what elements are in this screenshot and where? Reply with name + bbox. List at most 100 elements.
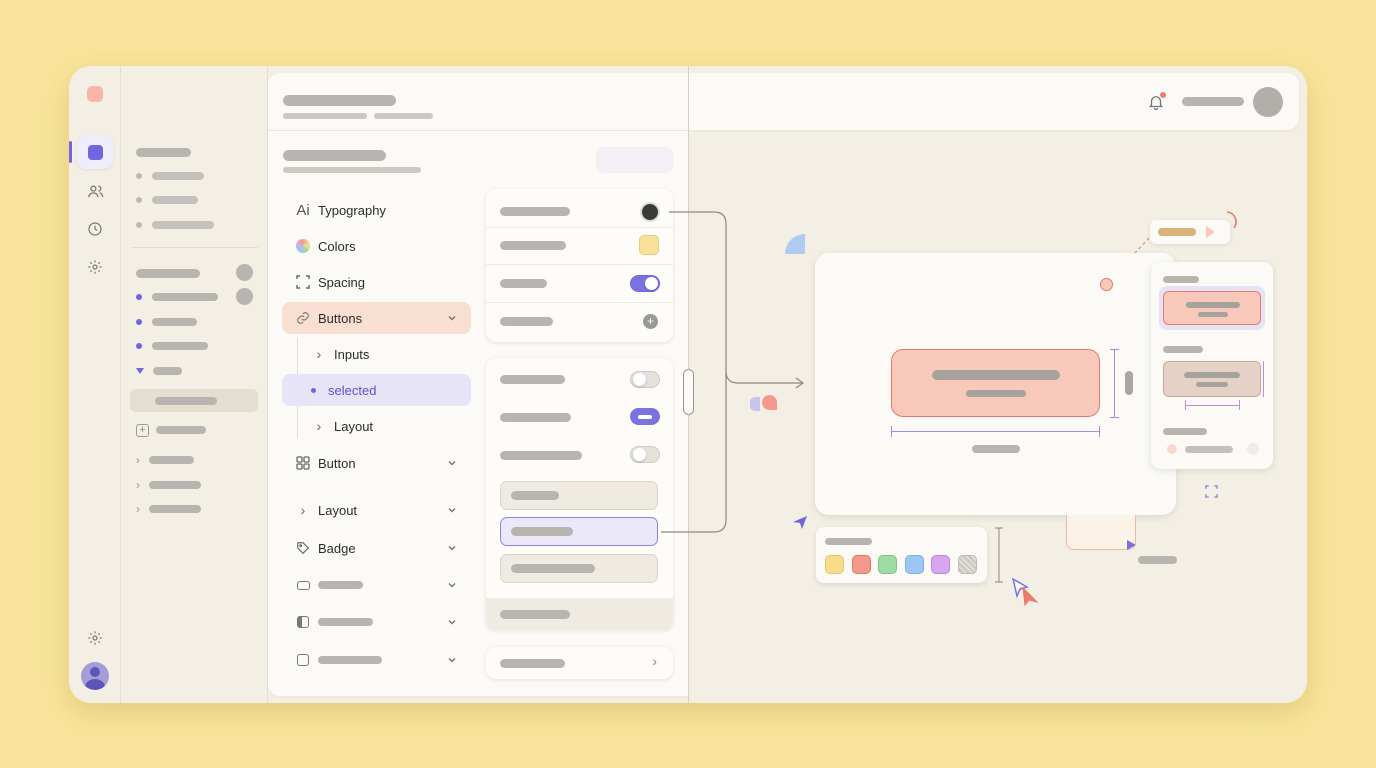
cursor-icon: [1127, 540, 1136, 550]
tree-item-collapsed[interactable]: ›: [136, 502, 201, 516]
menu-label: Layout: [318, 502, 358, 518]
dot-icon: [1247, 443, 1259, 455]
swatch-green[interactable]: [878, 555, 897, 574]
user-avatar[interactable]: [81, 662, 109, 690]
tree-divider: [132, 247, 258, 248]
text-field[interactable]: [500, 481, 658, 510]
chevron-right-icon: ›: [136, 453, 140, 467]
tree-item[interactable]: [136, 315, 197, 329]
swatch-purple[interactable]: [931, 555, 950, 574]
avatar[interactable]: [640, 202, 660, 222]
menu-label: Colors: [318, 238, 356, 254]
users-icon: [87, 185, 103, 197]
menu-item-layout[interactable]: › Layout: [282, 494, 471, 526]
panel-subtitle: [374, 113, 433, 119]
play-icon: [1206, 226, 1215, 238]
list-row-card[interactable]: ›: [486, 647, 673, 679]
tree-heading: [136, 145, 191, 159]
anchor-point[interactable]: [1100, 278, 1113, 291]
shape-icon: [762, 395, 777, 410]
add-icon[interactable]: +: [643, 314, 658, 329]
tree-item-collapsed[interactable]: ›: [136, 478, 201, 492]
typography-icon: Ai: [296, 201, 310, 219]
tree-item[interactable]: [136, 169, 204, 183]
swatch-blue[interactable]: [905, 555, 924, 574]
chevron-right-icon: ›: [652, 653, 657, 669]
tree-add-item[interactable]: +: [136, 423, 206, 437]
toggle-switch[interactable]: [630, 371, 660, 388]
caption: [1138, 556, 1177, 564]
menu-label: Button: [318, 455, 356, 471]
input-states-card: [486, 358, 673, 630]
tree-item-expanded[interactable]: [136, 364, 182, 378]
panel-title: [283, 95, 396, 106]
swatch-coral[interactable]: [852, 555, 871, 574]
rail-users-button[interactable]: [77, 174, 113, 208]
menu-item-placeholder[interactable]: [282, 644, 471, 676]
chevron-right-icon: ›: [316, 346, 322, 362]
menu-item-buttons[interactable]: Buttons: [282, 302, 471, 334]
menu-item-badge[interactable]: Badge: [282, 532, 471, 564]
menu-item-button[interactable]: Button: [282, 447, 471, 479]
add-icon: +: [136, 423, 149, 437]
layer-tree: + › › ›: [122, 66, 268, 703]
text-field-active[interactable]: [500, 517, 658, 546]
rail-history-button[interactable]: [77, 212, 113, 246]
chevron-down-icon: [448, 460, 456, 466]
tree-item[interactable]: [136, 193, 198, 207]
toggle-switch[interactable]: [630, 446, 660, 463]
user-name: [1182, 97, 1244, 106]
menu-item-layout-sub[interactable]: › Layout: [298, 410, 471, 442]
variant-option[interactable]: [1163, 361, 1261, 397]
tree-item[interactable]: [136, 218, 214, 232]
menu-label: selected: [328, 382, 377, 398]
menu-label: Inputs: [334, 346, 370, 362]
tree-item-selected[interactable]: [130, 389, 258, 412]
swatch-transparent[interactable]: [958, 555, 977, 574]
avatar[interactable]: [1253, 87, 1283, 117]
chevron-down-icon: [448, 315, 456, 321]
rail-settings-button[interactable]: [77, 250, 113, 284]
resize-handle[interactable]: [683, 369, 694, 415]
width-measure: [891, 431, 1100, 432]
menu-item-placeholder[interactable]: [282, 606, 471, 638]
toggle-pill[interactable]: [630, 408, 660, 425]
menu-item-selected[interactable]: selected: [282, 374, 471, 406]
icon-rail: [69, 66, 121, 703]
panel-action-button[interactable]: [596, 147, 674, 173]
spacing-icon: [294, 273, 312, 291]
color-wheel-icon: [294, 237, 312, 255]
settings-icon: [88, 260, 102, 274]
chevron-down-icon: [448, 582, 456, 588]
menu-item-typography[interactable]: Ai Typography: [282, 194, 471, 226]
text-field[interactable]: [500, 554, 658, 583]
preview-frame[interactable]: [815, 253, 1176, 515]
tree-item[interactable]: [136, 339, 208, 353]
menu-item-placeholder[interactable]: [282, 569, 471, 601]
width-label: [972, 445, 1020, 453]
tree-item[interactable]: [136, 288, 253, 305]
rail-settings-bottom-button[interactable]: [77, 621, 113, 655]
variants-card: [1151, 262, 1273, 469]
tooltip-chip: [1150, 220, 1230, 244]
menu-item-spacing[interactable]: Spacing: [282, 266, 471, 298]
tree-item-collapsed[interactable]: ›: [136, 453, 194, 467]
dot-icon: [1167, 444, 1177, 454]
height-label: [1125, 371, 1133, 395]
chevron-down-icon: [448, 657, 456, 663]
rail-home-button[interactable]: [69, 135, 113, 169]
menu-item-colors[interactable]: Colors: [282, 230, 471, 262]
swatch-yellow[interactable]: [825, 555, 844, 574]
notification-dot: [1160, 92, 1166, 98]
app-logo-icon: [87, 86, 103, 102]
menu-label: Typography: [318, 202, 386, 218]
tag-icon: [294, 539, 312, 557]
menu-label: Spacing: [318, 274, 365, 290]
toggle-switch[interactable]: [630, 275, 660, 292]
fullscreen-icon[interactable]: [1205, 485, 1218, 498]
preview-button[interactable]: [891, 349, 1100, 417]
menu-item-inputs[interactable]: › Inputs: [298, 338, 471, 370]
variant-selected[interactable]: [1159, 286, 1265, 330]
color-swatch[interactable]: [639, 235, 659, 255]
shape-quarter-circle-icon: [785, 234, 805, 254]
